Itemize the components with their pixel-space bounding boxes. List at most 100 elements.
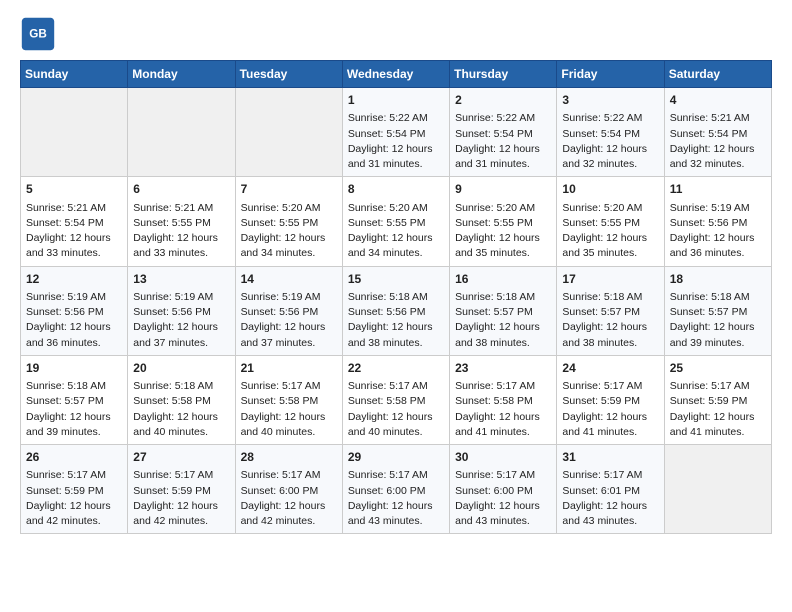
day-number: 1 [348,92,444,109]
weekday-header-sunday: Sunday [21,61,128,88]
day-number: 7 [241,181,337,198]
day-info: Daylight: 12 hours and 32 minutes. [670,142,766,172]
day-info: Sunrise: 5:20 AM [241,201,337,216]
day-number: 12 [26,271,122,288]
day-number: 13 [133,271,229,288]
day-number: 20 [133,360,229,377]
day-info: Sunset: 5:54 PM [26,216,122,231]
day-number: 23 [455,360,551,377]
day-info: Daylight: 12 hours and 39 minutes. [670,320,766,350]
day-info: Sunset: 5:55 PM [133,216,229,231]
weekday-header-monday: Monday [128,61,235,88]
calendar-cell: 18 Sunrise: 5:18 AMSunset: 5:57 PMDayligh… [664,266,771,355]
day-info: Sunset: 5:54 PM [562,127,658,142]
calendar-cell: 23Sunrise: 5:17 AMSunset: 5:58 PMDayligh… [450,355,557,444]
day-info: Daylight: 12 hours and 35 minutes. [562,231,658,261]
day-info: Daylight: 12 hours and 38 minutes. [348,320,444,350]
day-info: Sunset: 5:59 PM [26,484,122,499]
day-info: Daylight: 12 hours and 41 minutes. [455,410,551,440]
day-info: Daylight: 12 hours and 35 minutes. [455,231,551,261]
weekday-header-friday: Friday [557,61,664,88]
day-number: 17 [562,271,658,288]
day-info: Daylight: 12 hours and 42 minutes. [133,499,229,529]
day-number: 11 [670,181,766,198]
day-info: Daylight: 12 hours and 37 minutes. [241,320,337,350]
day-info: Sunset: 5:55 PM [241,216,337,231]
day-info: Sunrise: 5:17 AM [670,379,766,394]
calendar-cell: 10Sunrise: 5:20 AMSunset: 5:55 PMDayligh… [557,177,664,266]
weekday-header-wednesday: Wednesday [342,61,449,88]
day-info: Sunrise: 5:17 AM [455,468,551,483]
day-info: Sunset: 5:54 PM [455,127,551,142]
day-number: 18 [670,271,766,288]
day-info: Sunset: 6:00 PM [348,484,444,499]
day-info: Sunrise: 5:18 AM [348,290,444,305]
day-info: Sunrise: 5:19 AM [133,290,229,305]
day-info: Sunrise: 5:20 AM [562,201,658,216]
logo-icon: GB [20,16,56,52]
calendar-cell [128,88,235,177]
day-info: Sunrise: 5:18 AM [455,290,551,305]
weekday-header-saturday: Saturday [664,61,771,88]
logo: GB [20,16,60,52]
calendar-cell: 31Sunrise: 5:17 AMSunset: 6:01 PMDayligh… [557,445,664,534]
day-number: 19 [26,360,122,377]
day-info: Daylight: 12 hours and 42 minutes. [26,499,122,529]
calendar-cell [664,445,771,534]
calendar-cell: 25Sunrise: 5:17 AMSunset: 5:59 PMDayligh… [664,355,771,444]
day-number: 24 [562,360,658,377]
day-info: Sunrise: 5:18 AM [670,290,766,305]
day-info: Sunrise: 5:17 AM [26,468,122,483]
day-info: Daylight: 12 hours and 43 minutes. [348,499,444,529]
day-number: 29 [348,449,444,466]
day-info: Sunrise: 5:17 AM [455,379,551,394]
calendar-cell: 12Sunrise: 5:19 AMSunset: 5:56 PMDayligh… [21,266,128,355]
day-info: Sunset: 6:01 PM [562,484,658,499]
day-info: Daylight: 12 hours and 34 minutes. [348,231,444,261]
calendar-cell: 27Sunrise: 5:17 AMSunset: 5:59 PMDayligh… [128,445,235,534]
calendar-cell: 26Sunrise: 5:17 AMSunset: 5:59 PMDayligh… [21,445,128,534]
day-info: Sunrise: 5:21 AM [670,111,766,126]
day-info: Sunset: 5:55 PM [562,216,658,231]
day-number: 8 [348,181,444,198]
day-info: Sunrise: 5:21 AM [133,201,229,216]
day-info: Sunrise: 5:17 AM [241,468,337,483]
calendar-cell: 3Sunrise: 5:22 AMSunset: 5:54 PMDaylight… [557,88,664,177]
day-number: 16 [455,271,551,288]
calendar-cell: 29 Sunrise: 5:17 AMSunset: 6:00 PMDayligh… [342,445,449,534]
day-info: Daylight: 12 hours and 41 minutes. [562,410,658,440]
calendar-cell: 15Sunrise: 5:18 AMSunset: 5:56 PMDayligh… [342,266,449,355]
day-info: Sunrise: 5:20 AM [455,201,551,216]
calendar-cell: 6Sunrise: 5:21 AMSunset: 5:55 PMDaylight… [128,177,235,266]
day-info: Sunset: 5:56 PM [26,305,122,320]
day-number: 14 [241,271,337,288]
day-number: 21 [241,360,337,377]
day-info: Sunset: 5:57 PM [670,305,766,320]
calendar-cell: 14Sunrise: 5:19 AMSunset: 5:56 PMDayligh… [235,266,342,355]
day-info: Daylight: 12 hours and 43 minutes. [562,499,658,529]
day-info: Sunrise: 5:17 AM [348,468,444,483]
day-info: Sunset: 5:59 PM [670,394,766,409]
day-number: 2 [455,92,551,109]
day-info: Sunset: 6:00 PM [241,484,337,499]
calendar-cell: 17Sunrise: 5:18 AMSunset: 5:57 PMDayligh… [557,266,664,355]
day-number: 30 [455,449,551,466]
day-info: Sunset: 5:59 PM [562,394,658,409]
day-info: Daylight: 12 hours and 40 minutes. [348,410,444,440]
day-info: Sunset: 5:56 PM [133,305,229,320]
day-number: 4 [670,92,766,109]
day-info: Sunset: 5:56 PM [348,305,444,320]
day-info: Daylight: 12 hours and 33 minutes. [26,231,122,261]
calendar-cell: 4Sunrise: 5:21 AMSunset: 5:54 PMDaylight… [664,88,771,177]
day-info: Sunset: 5:56 PM [241,305,337,320]
calendar-cell [21,88,128,177]
day-info: Daylight: 12 hours and 40 minutes. [241,410,337,440]
calendar-cell [235,88,342,177]
day-info: Sunrise: 5:19 AM [670,201,766,216]
day-info: Sunrise: 5:17 AM [241,379,337,394]
day-info: Sunrise: 5:17 AM [348,379,444,394]
day-info: Sunset: 5:57 PM [26,394,122,409]
day-info: Sunrise: 5:18 AM [562,290,658,305]
day-info: Sunset: 6:00 PM [455,484,551,499]
day-info: Sunset: 5:58 PM [348,394,444,409]
